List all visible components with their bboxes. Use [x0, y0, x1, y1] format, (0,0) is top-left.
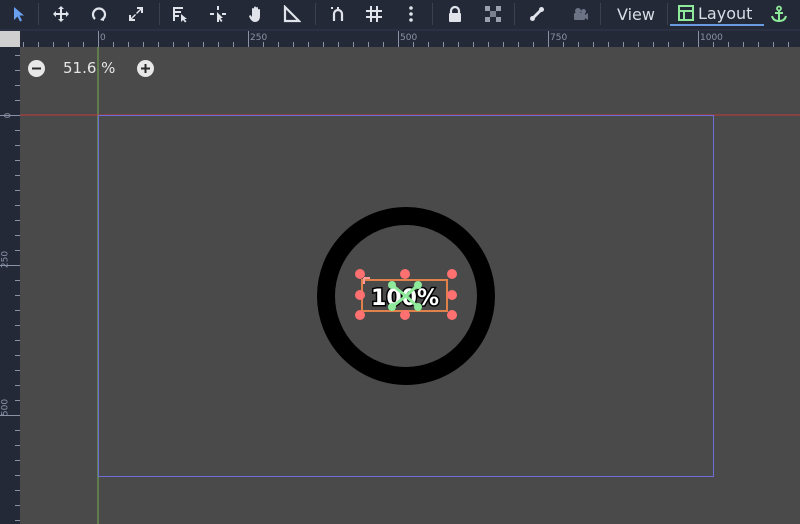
select-tool-icon[interactable]: [6, 2, 32, 26]
layout-label: Layout: [698, 3, 753, 23]
list-select-icon[interactable]: [167, 2, 193, 26]
zoom-in-button[interactable]: [137, 59, 154, 77]
ruler-label: 250: [0, 250, 11, 269]
resize-handle[interactable]: [447, 310, 457, 320]
anchor-handle[interactable]: [414, 281, 422, 289]
grid-snap-icon[interactable]: [361, 2, 387, 26]
anchor-handle[interactable]: [414, 303, 422, 311]
anchor-handle[interactable]: [388, 303, 396, 311]
ruler-tool-icon[interactable]: [279, 2, 305, 26]
ruler-label: 500: [400, 33, 418, 43]
toolbar-separator: [667, 3, 668, 25]
toolbar-separator: [514, 3, 515, 25]
move-tool-icon[interactable]: [48, 2, 74, 26]
bone-icon[interactable]: [524, 2, 550, 26]
anchor-icon[interactable]: [766, 2, 792, 26]
resize-handle[interactable]: [400, 310, 410, 320]
toolbar-separator: [315, 3, 316, 25]
group-icon[interactable]: [480, 2, 506, 26]
ruler-label: 250: [250, 33, 268, 43]
ruler-label: 500: [0, 398, 11, 417]
resize-handle[interactable]: [355, 290, 365, 300]
plus-icon: [141, 63, 150, 73]
resize-handle[interactable]: [355, 269, 365, 279]
toolbar-separator: [432, 3, 433, 25]
resize-handle[interactable]: [355, 310, 365, 320]
layout-menu-button[interactable]: Layout: [670, 2, 764, 26]
view-menu-button[interactable]: View: [606, 2, 666, 26]
resize-handle[interactable]: [400, 269, 410, 279]
toolbar-separator: [600, 3, 601, 25]
toolbar-separator: [159, 3, 160, 25]
ruler-label: 750: [550, 33, 568, 43]
smart-snap-icon[interactable]: [325, 2, 351, 26]
ruler-corner: [0, 31, 20, 47]
scale-tool-icon[interactable]: [123, 2, 149, 26]
minus-icon: [32, 67, 41, 69]
editor-toolbar: View Layout: [0, 0, 800, 31]
layout-grid-icon: [678, 5, 694, 21]
pan-tool-icon[interactable]: [243, 2, 269, 26]
ruler-label: 0: [100, 33, 106, 43]
resize-handle[interactable]: [447, 290, 457, 300]
zoom-level[interactable]: 51.6 %: [63, 59, 121, 77]
anchor-handle[interactable]: [388, 281, 396, 289]
resize-handle[interactable]: [447, 269, 457, 279]
zoom-control: 51.6 %: [28, 58, 154, 78]
zoom-out-button[interactable]: [28, 59, 45, 77]
horizontal-ruler[interactable]: 0 250 500 750 1000: [20, 31, 800, 47]
pivot-tool-icon[interactable]: [205, 2, 231, 26]
ruler-label: 1000: [700, 33, 723, 43]
vertical-ruler[interactable]: 0 250 500: [0, 47, 20, 524]
ruler-label: 0: [3, 112, 14, 119]
toolbar-separator: [38, 3, 39, 25]
camera-icon[interactable]: [567, 2, 593, 26]
more-options-icon[interactable]: [398, 2, 424, 26]
lock-icon[interactable]: [442, 2, 468, 26]
rotate-tool-icon[interactable]: [86, 2, 112, 26]
canvas-viewport[interactable]: 100%: [20, 47, 800, 524]
